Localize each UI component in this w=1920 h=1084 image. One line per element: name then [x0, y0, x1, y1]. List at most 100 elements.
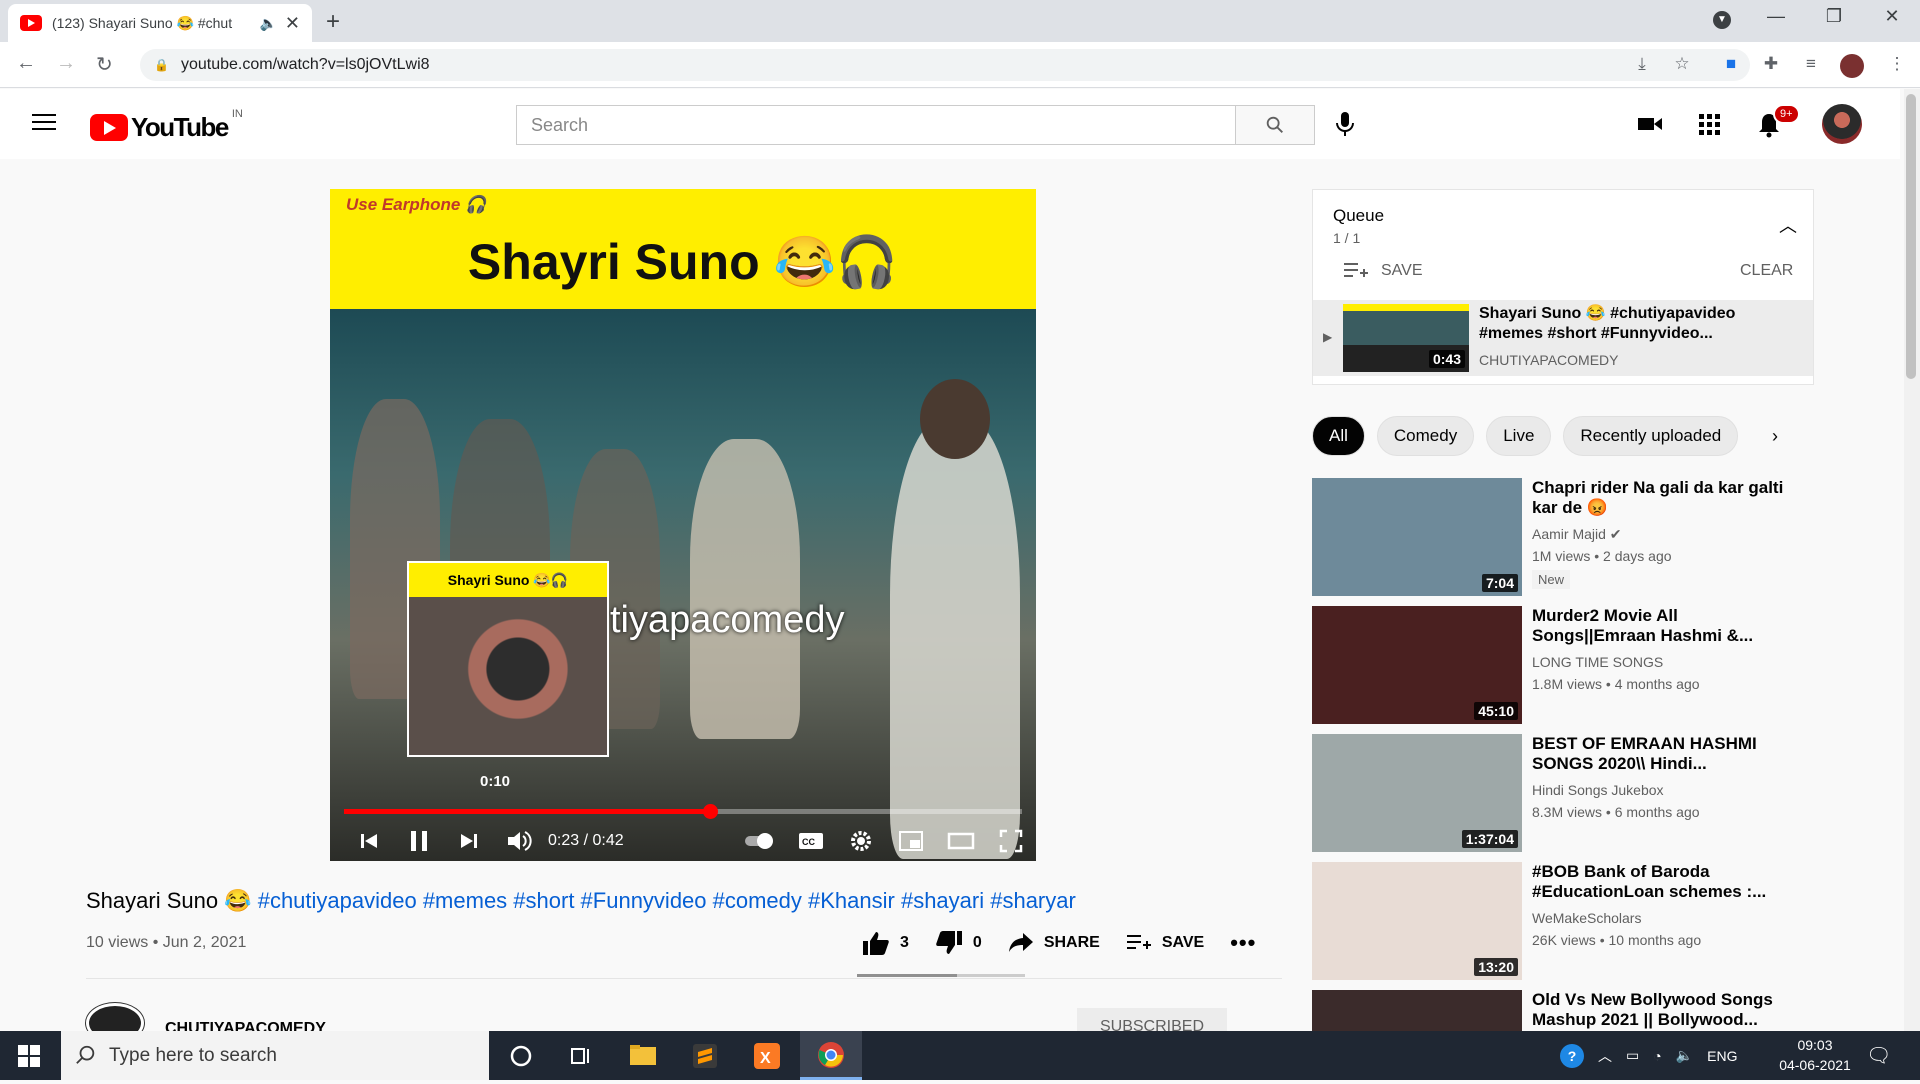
next-button[interactable]	[444, 821, 494, 861]
extensions-puzzle-icon[interactable]: ✚	[1760, 54, 1782, 76]
queue-item[interactable]: ▶ 0:43 Shayari Suno 😂 #chutiyapavideo #m…	[1313, 300, 1813, 376]
sublime-text-icon[interactable]	[690, 1041, 720, 1071]
search-input[interactable]: Search	[516, 105, 1236, 145]
apps-button[interactable]	[1697, 112, 1721, 141]
chevron-right-icon[interactable]: ›	[1772, 426, 1778, 447]
dislike-button[interactable]: 0	[935, 930, 982, 956]
battery-icon[interactable]: ▭	[1626, 1047, 1639, 1064]
search-icon	[1266, 116, 1283, 133]
video-view-date: 10 views • Jun 2, 2021	[86, 934, 247, 951]
install-icon[interactable]: ⤓	[1631, 54, 1653, 76]
browser-tab[interactable]: (123) Shayari Suno 😂 #chut 🔈 ✕	[8, 4, 312, 42]
miniplayer-button[interactable]	[886, 821, 936, 861]
task-view-icon[interactable]	[566, 1041, 596, 1071]
more-actions-button[interactable]: •••	[1230, 930, 1256, 956]
close-window-button[interactable]: ✕	[1872, 6, 1912, 27]
settings-button[interactable]	[836, 821, 886, 861]
tab-search-icon[interactable]: ▼	[1702, 6, 1742, 29]
share-button[interactable]: SHARE	[1008, 932, 1100, 954]
new-badge: New	[1532, 570, 1571, 589]
chevron-up-icon[interactable]: ︿	[1598, 1046, 1612, 1066]
autoplay-toggle[interactable]	[736, 821, 786, 861]
video-channel[interactable]: Aamir Majid ✔	[1532, 526, 1622, 543]
video-title: BEST OF EMRAAN HASHMI SONGS 2020\\ Hindi…	[1532, 734, 1757, 773]
video-person	[890, 419, 1020, 859]
video-channel[interactable]: WeMakeScholars	[1532, 910, 1641, 926]
chrome-icon	[818, 1042, 844, 1068]
windows-start-icon[interactable]	[18, 1045, 40, 1067]
help-icon[interactable]: ?	[1560, 1043, 1584, 1068]
address-bar[interactable]: 🔒 youtube.com/watch?v=ls0jOVtLwi8	[140, 49, 1750, 81]
chevron-up-icon[interactable]: ︿	[1779, 212, 1797, 238]
hamburger-menu-icon[interactable]	[32, 114, 56, 132]
mute-button[interactable]	[494, 821, 544, 861]
notification-center-icon[interactable]: 🗨	[1866, 1043, 1891, 1068]
like-button[interactable]: 3	[862, 930, 909, 956]
lock-icon: 🔒	[154, 58, 169, 72]
recommended-video[interactable]: 45:10 Murder2 Movie All Songs||Emraan Ha…	[1312, 606, 1812, 726]
cortana-icon[interactable]	[506, 1041, 536, 1071]
language-indicator[interactable]: ENG	[1707, 1048, 1737, 1064]
divider	[86, 978, 1282, 979]
volume-icon[interactable]: 🔈	[1676, 1047, 1693, 1064]
recommended-video[interactable]: 13:20 #BOB Bank of Baroda #EducationLoan…	[1312, 862, 1812, 982]
recommended-video[interactable]: 7:04 Chapri rider Na gali da kar galti k…	[1312, 478, 1812, 598]
file-explorer-icon[interactable]	[628, 1041, 658, 1071]
taskbar-clock[interactable]: 09:03 04-06-2021	[1770, 1035, 1860, 1075]
video-camera-icon	[1638, 118, 1662, 130]
taskbar-search-box[interactable]: Type here to search	[61, 1031, 489, 1080]
recommended-video[interactable]: Old Vs New Bollywood Songs Mashup 2021 |…	[1312, 990, 1812, 1031]
chip-recently-uploaded[interactable]: Recently uploaded	[1563, 416, 1739, 456]
theater-mode-button[interactable]	[936, 821, 986, 861]
create-video-button[interactable]	[1637, 112, 1663, 141]
account-avatar[interactable]	[1822, 104, 1862, 144]
pause-button[interactable]	[394, 821, 444, 861]
tab-close-icon[interactable]: ✕	[285, 13, 300, 34]
subtitles-button[interactable]: CC	[786, 821, 836, 861]
search-button[interactable]	[1235, 105, 1315, 145]
extension-icon[interactable]: ■	[1720, 54, 1742, 76]
new-tab-button[interactable]: +	[326, 8, 340, 36]
forward-icon[interactable]: →	[56, 52, 76, 75]
queue-title: Queue	[1333, 206, 1385, 225]
restore-button[interactable]: ❐	[1814, 6, 1854, 27]
minimize-button[interactable]: —	[1756, 6, 1796, 27]
reload-icon[interactable]: ↻	[96, 52, 113, 77]
video-hashtags[interactable]: #chutiyapavideo #memes #short #Funnyvide…	[258, 888, 1076, 913]
chip-all[interactable]: All	[1312, 416, 1365, 456]
queue-clear-button[interactable]: CLEAR	[1740, 262, 1793, 280]
microphone-icon	[1336, 112, 1354, 136]
video-watermark: tiyapacomedy	[610, 599, 845, 641]
video-actions: 3 0 SHARE SAVE •••	[862, 930, 1282, 956]
video-meta: 8.3M views • 6 months ago	[1532, 804, 1700, 820]
speaker-icon[interactable]: 🔈	[259, 15, 276, 32]
chrome-taskbar-button[interactable]	[800, 1031, 862, 1080]
progress-bar[interactable]	[344, 804, 1022, 819]
video-player[interactable]: Use Earphone 🎧 Shayri Suno 😂🎧 tiyapacome…	[330, 189, 1036, 861]
video-thumbnail	[1312, 990, 1522, 1031]
wifi-icon[interactable]: ◔	[1653, 1048, 1661, 1064]
save-button[interactable]: SAVE	[1126, 932, 1204, 954]
video-channel[interactable]: Hindi Songs Jukebox	[1532, 782, 1664, 798]
youtube-logo[interactable]: YouTube IN	[90, 108, 243, 143]
xampp-icon[interactable]: X	[752, 1041, 782, 1071]
chip-comedy[interactable]: Comedy	[1376, 416, 1475, 456]
back-icon[interactable]: ←	[16, 52, 36, 75]
video-channel[interactable]: LONG TIME SONGS	[1532, 654, 1663, 670]
scrollbar-thumb[interactable]	[1906, 94, 1916, 379]
bookmark-star-icon[interactable]: ☆	[1671, 54, 1693, 76]
voice-search-button[interactable]	[1333, 110, 1357, 143]
fullscreen-icon	[999, 829, 1023, 853]
chip-live[interactable]: Live	[1486, 416, 1552, 456]
profile-avatar-icon[interactable]	[1840, 54, 1864, 78]
svg-text:X: X	[760, 1050, 771, 1067]
filter-chips: All Comedy Live Recently uploaded	[1312, 416, 1750, 456]
media-control-icon[interactable]: ≡	[1800, 54, 1822, 76]
queue-save-button[interactable]: SAVE	[1343, 260, 1423, 282]
recommended-video[interactable]: 1:37:04 BEST OF EMRAAN HASHMI SONGS 2020…	[1312, 734, 1812, 854]
previous-button[interactable]	[344, 821, 394, 861]
chrome-menu-icon[interactable]: ⋮	[1886, 54, 1908, 76]
fullscreen-button[interactable]	[986, 821, 1036, 861]
video-meta: 1M views • 2 days ago	[1532, 548, 1672, 564]
taskbar-search-placeholder: Type here to search	[109, 1044, 277, 1066]
